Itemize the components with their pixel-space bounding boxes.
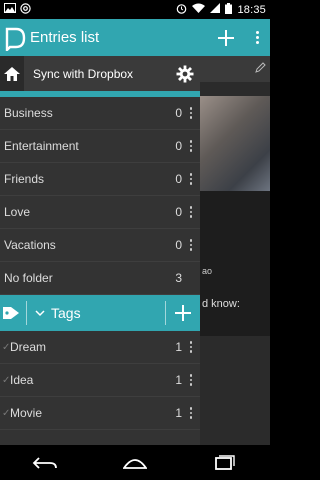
entry-snippet-2: d know: xyxy=(202,298,240,310)
more-vert-icon xyxy=(189,206,193,218)
folder-item-entertainment[interactable]: Entertainment 0 xyxy=(0,130,200,163)
more-vert-icon xyxy=(189,407,193,419)
tags-header: Tags xyxy=(0,295,200,331)
at-sign-icon xyxy=(20,2,31,17)
tag-menu-button[interactable] xyxy=(182,331,200,364)
folder-menu-button[interactable] xyxy=(182,97,200,130)
status-time: 18:35 xyxy=(237,3,266,16)
folder-count: 0 xyxy=(175,172,182,186)
entry-card[interactable] xyxy=(200,191,270,336)
more-vert-icon xyxy=(189,140,193,152)
tag-icon xyxy=(0,295,22,331)
tag-marker-icon: ✓ xyxy=(2,407,11,419)
tag-menu-button[interactable] xyxy=(182,364,200,397)
tags-title[interactable]: Tags xyxy=(51,305,165,321)
alarm-icon xyxy=(176,3,187,17)
wifi-icon xyxy=(192,3,206,16)
home-icon xyxy=(4,66,20,81)
navigation-drawer: Sync with Dropbox Business 0 Entertainme… xyxy=(0,56,200,445)
folder-menu-button[interactable] xyxy=(182,130,200,163)
folder-label: No folder xyxy=(4,271,53,285)
folder-count: 0 xyxy=(175,205,182,219)
home-nav-button[interactable] xyxy=(115,448,155,478)
add-tag-button[interactable] xyxy=(166,295,200,331)
plus-icon xyxy=(175,305,191,321)
add-entry-button[interactable] xyxy=(208,20,244,56)
folder-count: 0 xyxy=(175,139,182,153)
folder-item-business[interactable]: Business 0 xyxy=(0,97,200,130)
tag-menu-button[interactable] xyxy=(182,397,200,430)
app-title: Entries list xyxy=(30,29,100,46)
folder-label: Friends xyxy=(4,172,45,186)
tag-item-idea[interactable]: ✓ Idea 1 xyxy=(0,364,200,397)
system-nav-bar xyxy=(0,445,270,480)
sync-row: Sync with Dropbox xyxy=(0,56,200,91)
tag-item-movie[interactable]: ✓ Movie 1 xyxy=(0,397,200,430)
entry-snippet-1: ao xyxy=(202,266,213,276)
folder-label: Business xyxy=(4,106,53,120)
battery-icon xyxy=(225,2,233,17)
tag-label: Dream xyxy=(10,340,47,354)
signal-icon xyxy=(210,3,221,16)
more-vert-icon xyxy=(189,173,193,185)
tag-marker-icon: ✓ xyxy=(2,374,11,386)
folder-label: Vacations xyxy=(4,238,56,252)
back-icon xyxy=(32,456,57,469)
status-bar: 18:35 xyxy=(0,0,270,19)
tag-count: 1 xyxy=(175,340,182,354)
folder-count: 0 xyxy=(175,238,182,252)
recents-button[interactable] xyxy=(205,448,245,478)
overflow-menu-icon xyxy=(255,31,259,44)
recents-icon xyxy=(215,454,235,470)
more-vert-icon xyxy=(189,239,193,251)
more-vert-icon xyxy=(189,341,193,353)
folder-menu-spacer xyxy=(182,262,200,295)
tag-count: 1 xyxy=(175,406,182,420)
folder-count: 3 xyxy=(175,271,182,285)
overflow-menu-button[interactable] xyxy=(244,20,270,56)
folder-item-friends[interactable]: Friends 0 xyxy=(0,163,200,196)
folder-item-no-folder[interactable]: No folder 3 xyxy=(0,262,200,295)
divider xyxy=(26,301,27,325)
gear-icon xyxy=(176,65,194,82)
tag-label: Idea xyxy=(10,373,34,387)
folder-menu-button[interactable] xyxy=(182,229,200,262)
tag-item-dream[interactable]: ✓ Dream 1 xyxy=(0,331,200,364)
more-vert-icon xyxy=(189,107,193,119)
folder-item-love[interactable]: Love 0 xyxy=(0,196,200,229)
entry-image[interactable] xyxy=(200,96,270,191)
home-button[interactable] xyxy=(0,56,24,91)
sync-dropbox-button[interactable]: Sync with Dropbox xyxy=(33,67,170,81)
folder-menu-button[interactable] xyxy=(182,163,200,196)
image-icon xyxy=(4,3,16,16)
settings-button[interactable] xyxy=(170,56,200,91)
app-bar: Entries list xyxy=(0,19,270,56)
tag-marker-icon: ✓ xyxy=(2,341,11,353)
app-logo-icon[interactable] xyxy=(2,25,28,53)
folder-label: Entertainment xyxy=(4,139,79,153)
plus-icon xyxy=(218,29,234,46)
edit-icon[interactable] xyxy=(254,61,266,77)
folder-label: Love xyxy=(4,205,31,219)
home-nav-icon xyxy=(123,458,147,469)
tag-label: Movie xyxy=(10,406,43,420)
folder-item-vacations[interactable]: Vacations 0 xyxy=(0,229,200,262)
tag-count: 1 xyxy=(175,373,182,387)
chevron-down-icon[interactable] xyxy=(35,304,45,322)
folder-menu-button[interactable] xyxy=(182,196,200,229)
folder-count: 0 xyxy=(175,106,182,120)
entries-toolbar xyxy=(200,56,270,82)
more-vert-icon xyxy=(189,374,193,386)
back-button[interactable] xyxy=(25,448,65,478)
